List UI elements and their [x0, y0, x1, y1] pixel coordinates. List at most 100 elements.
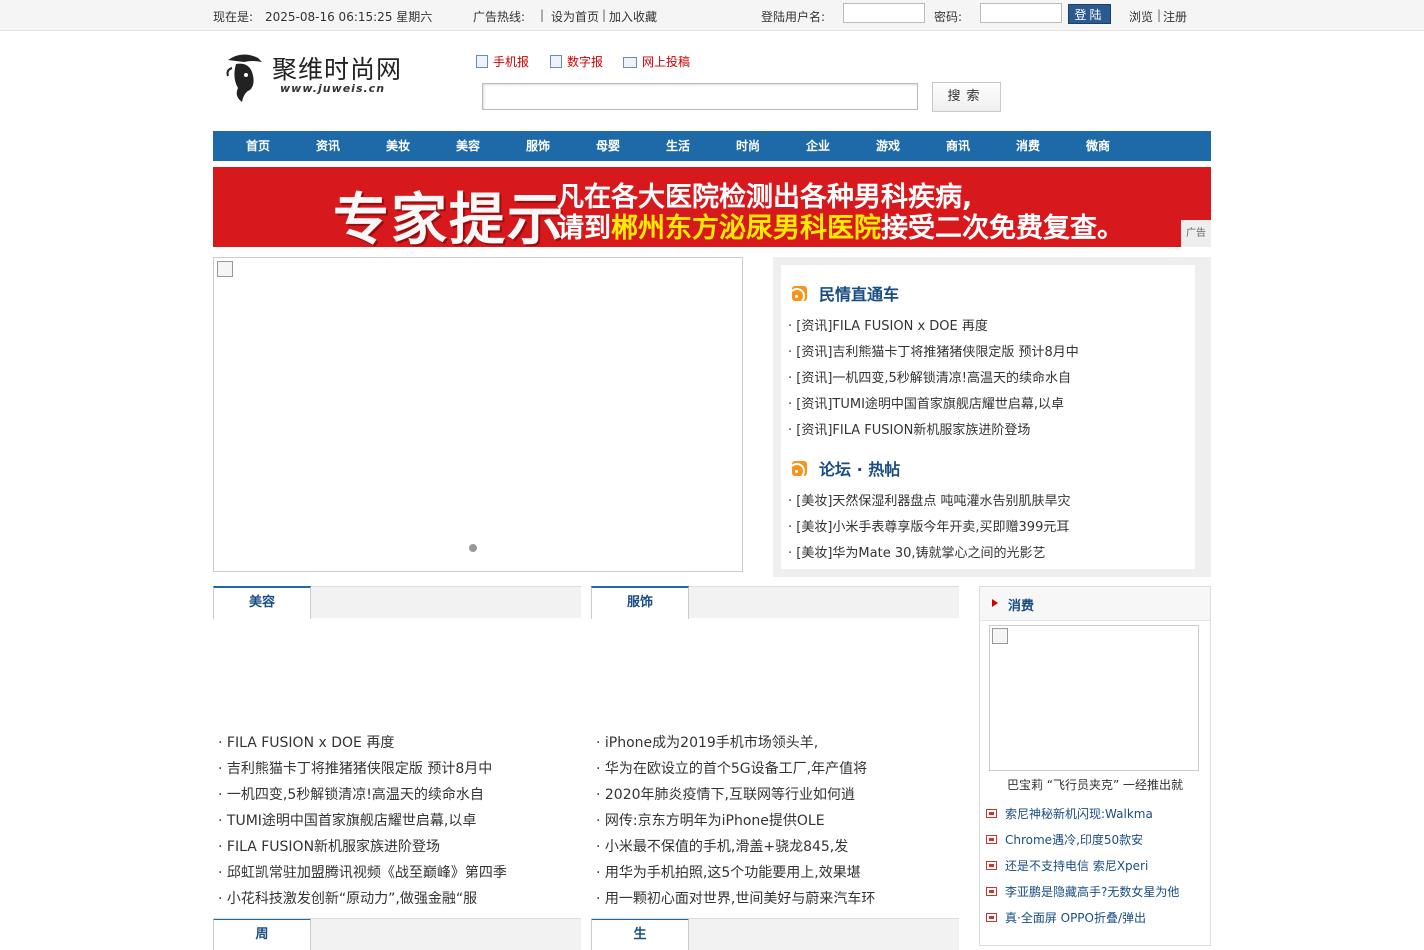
- list-item[interactable]: · 一机四变,5秒解锁清凉!高温天的续命水自: [218, 784, 484, 804]
- separator: |: [1157, 8, 1162, 22]
- slideshow[interactable]: [213, 257, 743, 572]
- ad-headline: 专家提示: [333, 188, 565, 247]
- top-bar: 现在是: 2025-08-16 06:15:25 星期六 广告热线: | 设为首…: [0, 0, 1424, 31]
- list-item[interactable]: · 用华为手机拍照,这5个功能要用上,效果堪: [596, 862, 861, 882]
- password-label: 密码:: [934, 10, 963, 24]
- broken-image-icon: [992, 628, 1008, 644]
- search-input[interactable]: [482, 83, 918, 110]
- mobile-paper-link[interactable]: 手机报: [476, 53, 529, 70]
- list-item[interactable]: · 邱虹凯常驻加盟腾讯视频《战至巅峰》第四季: [218, 862, 507, 882]
- section-title-public-opinion: 民情直通车: [792, 281, 899, 305]
- consumer-item[interactable]: 真·全面屏 OPPO折叠/弹出: [986, 909, 1146, 926]
- now-label: 现在是:: [213, 10, 254, 24]
- password-input[interactable]: [980, 3, 1062, 23]
- ad-hospital-name: 郴州东方泌尿男科医院: [611, 213, 881, 244]
- login-button[interactable]: 登陆: [1068, 4, 1111, 24]
- consumer-item[interactable]: 李亚鹏是隐藏高手?无数女星为他: [986, 883, 1179, 900]
- nav-games[interactable]: 游戏: [853, 131, 923, 161]
- list-item[interactable]: · 2020年肺炎疫情下,互联网等行业如何逍: [596, 784, 855, 804]
- list-item[interactable]: · 华为在欧设立的首个5G设备工厂,年产值将: [596, 758, 867, 778]
- separator: |: [540, 8, 545, 22]
- nav-apparel[interactable]: 服饰: [503, 131, 573, 161]
- hot-item[interactable]: · [资讯]FILA FUSION x DOE 再度: [788, 315, 988, 334]
- hot-item[interactable]: · [资讯]一机四变,5秒解锁清凉!高温天的续命水自: [788, 367, 1071, 386]
- username-input[interactable]: [843, 3, 925, 23]
- list-item[interactable]: · 小米最不保值的手机,滑盖+骁龙845,发: [596, 836, 848, 856]
- envelope-icon: [623, 57, 637, 68]
- digital-paper-link[interactable]: 数字报: [550, 53, 603, 70]
- hot-item[interactable]: · [资讯]TUMI途明中国首家旗舰店耀世启幕,以卓: [788, 393, 1064, 412]
- submit-article-link[interactable]: 网上投稿: [623, 53, 690, 70]
- slide-dot[interactable]: [469, 544, 477, 552]
- list-item[interactable]: · 吉利熊猫卡丁将推猪猪侠限定版 预计8月中: [218, 758, 492, 778]
- ad-banner[interactable]: 专家提示 凡在各大医院检测出各种男科疾病, 请到郴州东方泌尿男科医院接受二次免费…: [213, 167, 1211, 247]
- nav-beauty[interactable]: 美容: [433, 131, 503, 161]
- list-item[interactable]: · TUMI途明中国首家旗舰店耀世启幕,以卓: [218, 810, 476, 830]
- nav-enterprise[interactable]: 企业: [783, 131, 853, 161]
- apparel-tabbar: 服饰: [591, 586, 959, 619]
- news-icon: [986, 835, 997, 844]
- datetime: 2025-08-16 06:15:25 星期六: [265, 10, 433, 24]
- ad-line2: 请到郴州东方泌尿男科医院接受二次免费复查。: [557, 206, 1124, 245]
- nav-life[interactable]: 生活: [643, 131, 713, 161]
- hot-news-box: 民情直通车 · [资讯]FILA FUSION x DOE 再度 · [资讯]吉…: [773, 257, 1211, 577]
- consumer-sidebar: 消费 巴宝莉 “飞行员夹克” 一经推出就 索尼神秘新机闪现:Walkma Chr…: [979, 586, 1211, 946]
- tab-next-section[interactable]: 周: [213, 919, 311, 950]
- logo-url: www.juweis.cn: [280, 82, 386, 95]
- arrow-right-icon: [992, 599, 998, 607]
- list-item[interactable]: · FILA FUSION新机服家族进阶登场: [218, 836, 440, 856]
- username-label: 登陆用户名:: [761, 10, 826, 24]
- list-item[interactable]: · FILA FUSION x DOE 再度: [218, 732, 394, 752]
- news-icon: [986, 887, 997, 896]
- consumer-caption[interactable]: 巴宝莉 “飞行员夹克” 一经推出就: [980, 776, 1210, 793]
- list-item[interactable]: · 小花科技激发创新“原动力”,做强金融“服: [218, 888, 477, 908]
- consumer-image[interactable]: [989, 625, 1199, 771]
- nav-baby[interactable]: 母婴: [573, 131, 643, 161]
- consumer-title[interactable]: 消费: [1008, 595, 1034, 614]
- main-nav: 首页 资讯 美妆 美容 服饰 母婴 生活 时尚 企业 游戏 商讯 消费 微商: [213, 131, 1211, 161]
- news-icon: [986, 861, 997, 870]
- nav-wechat-business[interactable]: 微商: [1063, 131, 1133, 161]
- nav-business-news[interactable]: 商讯: [923, 131, 993, 161]
- search-button[interactable]: 搜索: [932, 82, 1001, 112]
- hot-item[interactable]: · [资讯]FILA FUSION新机服家族进阶登场: [788, 419, 1030, 438]
- list-item[interactable]: · 用一颗初心面对世界,世间美好与蔚来汽车环: [596, 888, 875, 908]
- tab-next-section[interactable]: 生: [591, 919, 689, 950]
- site-logo[interactable]: 聚维时尚网 www.juweis.cn: [222, 48, 412, 104]
- tab-beauty[interactable]: 美容: [213, 586, 311, 619]
- consumer-item[interactable]: Chrome遇冷,印度50款安: [986, 831, 1143, 848]
- section-title-text: 论坛 · 热帖: [819, 460, 901, 479]
- hot-item[interactable]: · [资讯]吉利熊猫卡丁将推猪猪侠限定版 预计8月中: [788, 341, 1079, 360]
- mobile-paper-label: 手机报: [493, 55, 530, 69]
- consumer-item[interactable]: 还是不支持电信 索尼Xperi: [986, 857, 1148, 874]
- consumer-item[interactable]: 索尼神秘新机闪现:Walkma: [986, 805, 1153, 822]
- browse-link[interactable]: 浏览: [1129, 8, 1153, 25]
- logo-figure-icon: [226, 54, 262, 102]
- nav-consumer[interactable]: 消费: [993, 131, 1063, 161]
- forum-item[interactable]: · [美妆]小米手表尊享版今年开卖,买即赠399元耳: [788, 516, 1069, 535]
- nav-makeup[interactable]: 美妆: [363, 131, 433, 161]
- add-favorite-link[interactable]: 加入收藏: [609, 8, 657, 25]
- logo-text: 聚维时尚网: [272, 55, 403, 84]
- section-title-forum: 论坛 · 热帖: [792, 456, 900, 480]
- hot-news-inner: 民情直通车 · [资讯]FILA FUSION x DOE 再度 · [资讯]吉…: [781, 265, 1195, 569]
- consumer-item-label: 李亚鹏是隐藏高手?无数女星为他: [1005, 885, 1180, 899]
- ad-tag: 广告: [1181, 220, 1211, 247]
- beauty-tabbar: 美容: [213, 586, 581, 619]
- register-link[interactable]: 注册: [1163, 8, 1187, 25]
- rss-icon: [792, 286, 807, 301]
- list-item[interactable]: · iPhone成为2019手机市场领头羊,: [596, 732, 818, 752]
- document-icon: [550, 55, 562, 68]
- forum-item[interactable]: · [美妆]华为Mate 30,铸就掌心之间的光影艺: [788, 542, 1046, 561]
- next-section-tabbar: 生: [591, 918, 959, 950]
- nav-news[interactable]: 资讯: [293, 131, 363, 161]
- nav-home[interactable]: 首页: [223, 131, 293, 161]
- forum-item[interactable]: · [美妆]天然保湿利器盘点 吨吨灌水告别肌肤旱灾: [788, 490, 1071, 509]
- list-item[interactable]: · 网传:京东方明年为iPhone提供OLE: [596, 810, 825, 830]
- nav-fashion[interactable]: 时尚: [713, 131, 783, 161]
- tab-apparel[interactable]: 服饰: [591, 586, 689, 619]
- ad-line2-pre: 请到: [557, 213, 611, 244]
- consumer-item-label: 真·全面屏 OPPO折叠/弹出: [1005, 911, 1147, 925]
- set-home-link[interactable]: 设为首页: [551, 8, 599, 25]
- news-icon: [986, 809, 997, 818]
